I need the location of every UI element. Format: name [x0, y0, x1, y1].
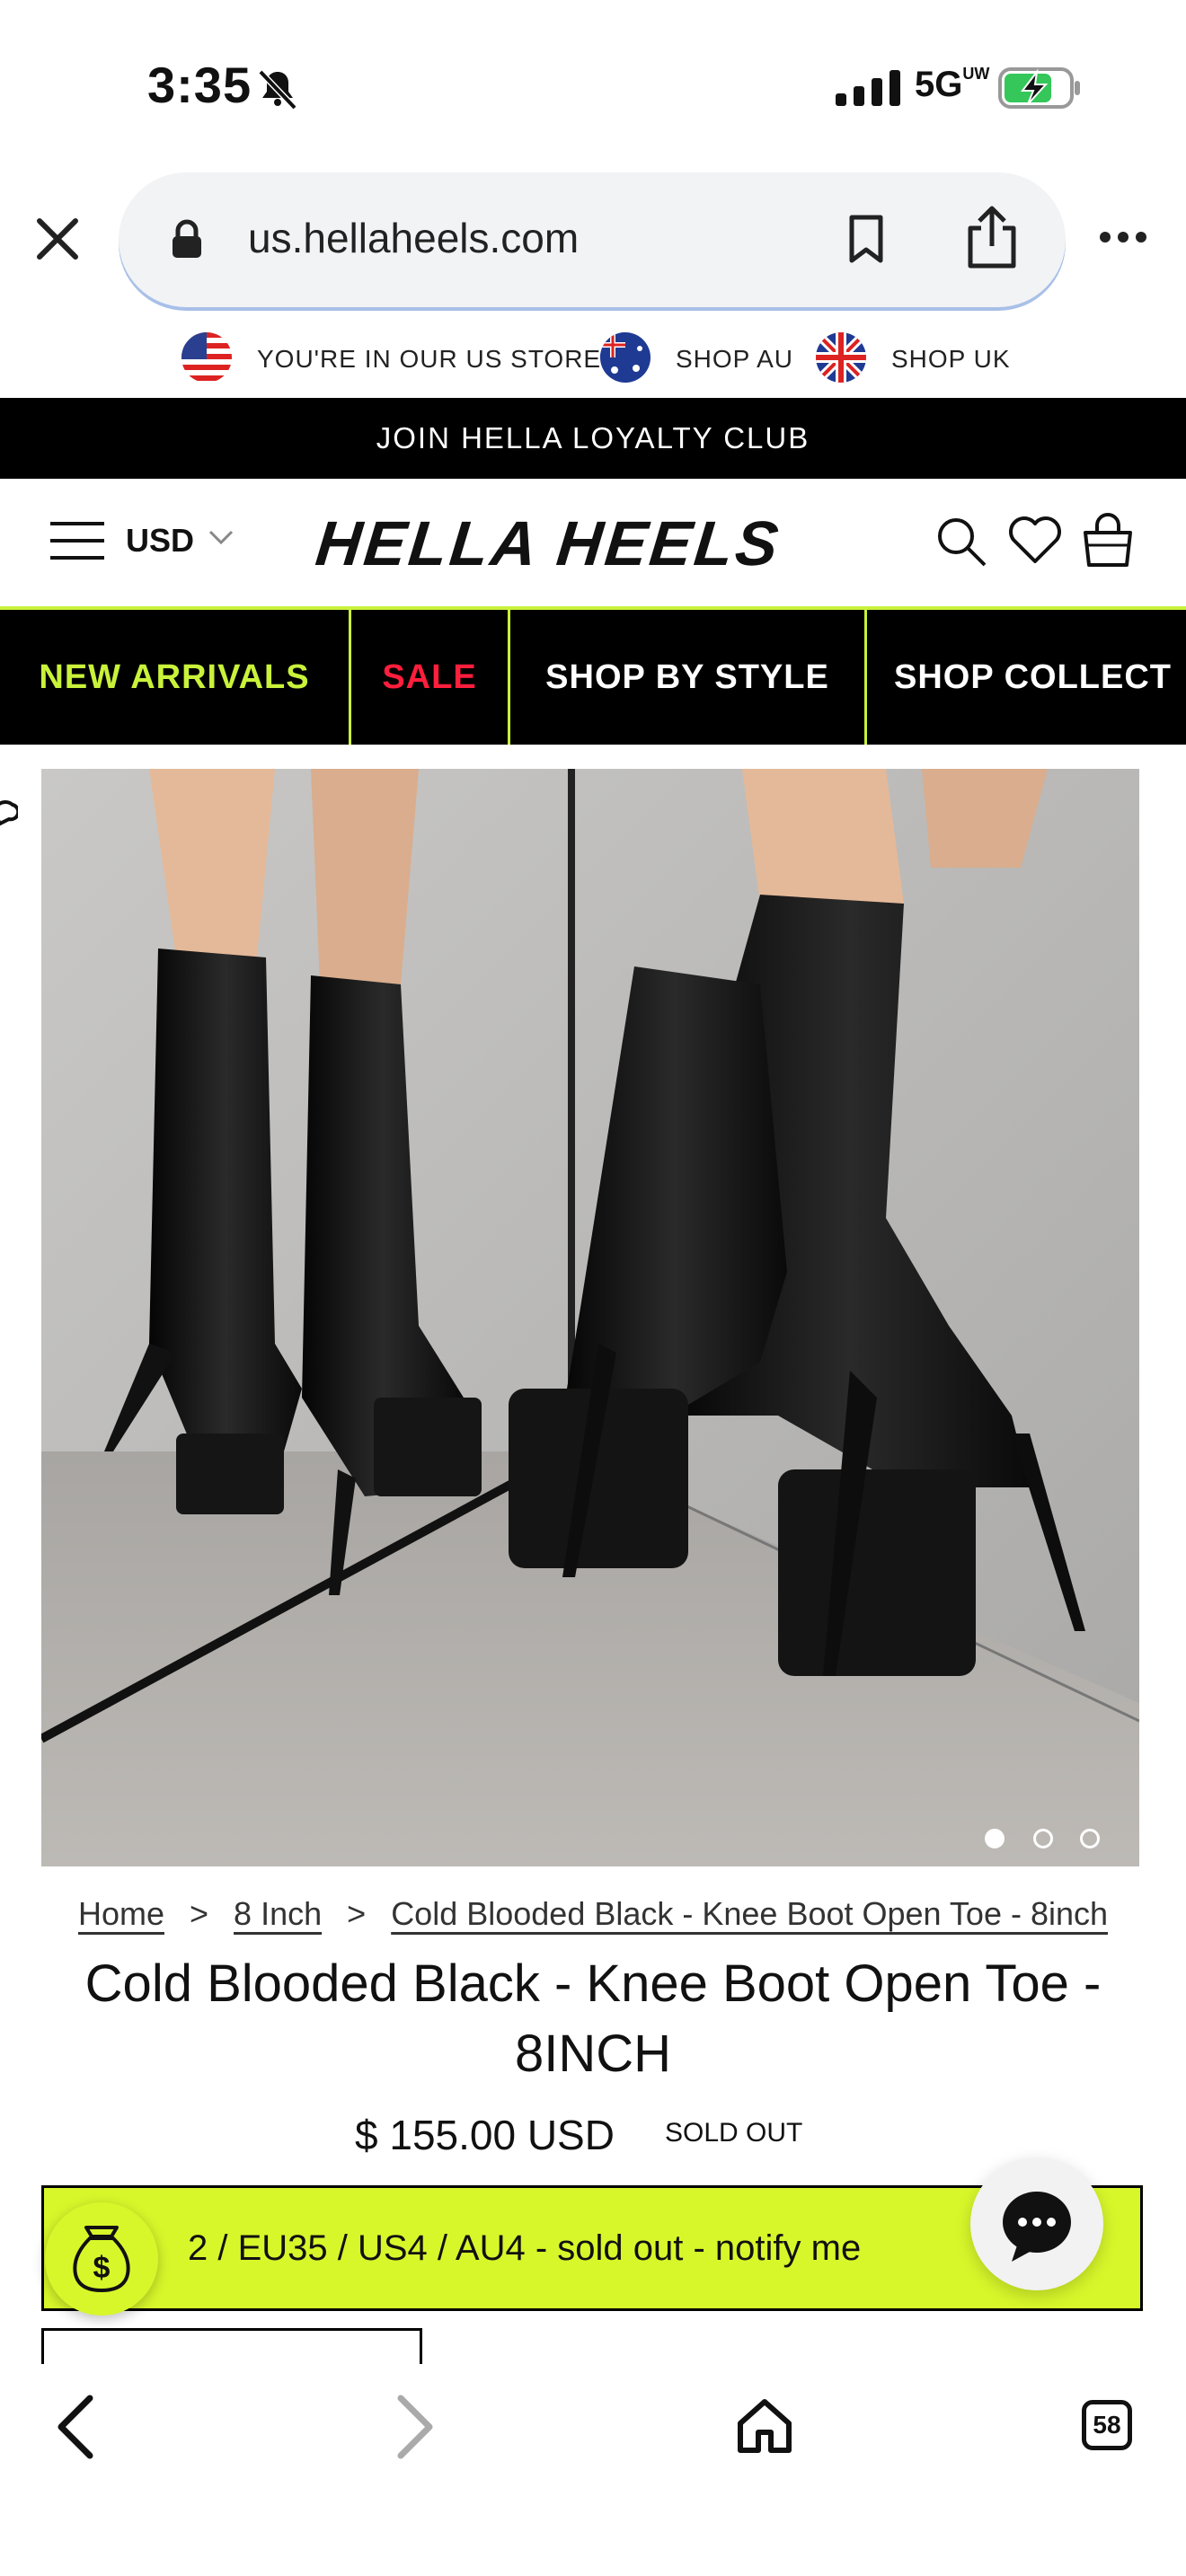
bookmark-icon[interactable]	[846, 214, 886, 269]
hamburger-menu-icon[interactable]	[50, 520, 104, 566]
au-flag-icon[interactable]	[600, 332, 651, 383]
breadcrumb: Home > 8 Inch > Cold Blooded Black - Kne…	[0, 1895, 1186, 1933]
gallery-dot-active[interactable]	[985, 1829, 1005, 1848]
svg-text:$: $	[93, 2251, 111, 2285]
lock-icon	[171, 219, 203, 263]
nav-sale[interactable]: SALE	[351, 610, 510, 745]
nav-new-arrivals[interactable]: NEW ARRIVALS	[0, 610, 351, 745]
address-bar[interactable]: us.hellaheels.com	[119, 172, 1066, 307]
share-icon[interactable]	[963, 205, 1021, 274]
signal-icon	[836, 70, 904, 110]
rewards-money-bag-icon[interactable]: $	[45, 2202, 158, 2316]
product-title: Cold Blooded Black - Knee Boot Open Toe …	[84, 1954, 1102, 2083]
forward-arrow-icon[interactable]	[394, 2393, 438, 2466]
store-switcher: YOU'RE IN OUR US STORE SHOP AU SHOP UK	[0, 323, 1186, 395]
site-logo[interactable]: HELLA HEELS	[313, 507, 784, 579]
shopping-bag-icon[interactable]	[1082, 511, 1134, 573]
back-arrow-icon[interactable]	[52, 2393, 97, 2466]
gallery-dot[interactable]	[1033, 1829, 1053, 1848]
status-time: 3:35	[147, 57, 252, 113]
sold-out-badge: SOLD OUT	[665, 2118, 803, 2148]
product-price: $ 155.00 USD	[355, 2112, 615, 2158]
nav-shop-by-style[interactable]: SHOP BY STYLE	[510, 610, 867, 745]
currency-selector[interactable]: USD	[126, 522, 194, 560]
product-image[interactable]	[41, 769, 1139, 1866]
tabs-count-button[interactable]: 58	[1082, 2400, 1132, 2450]
gallery-dot[interactable]	[1080, 1829, 1100, 1848]
url-text: us.hellaheels.com	[248, 215, 580, 261]
close-tab-button[interactable]	[34, 216, 81, 262]
loyalty-banner[interactable]: JOIN HELLA LOYALTY CLUB	[0, 398, 1186, 479]
breadcrumb-home[interactable]: Home	[78, 1895, 164, 1932]
shop-uk-link[interactable]: SHOP UK	[891, 345, 1011, 374]
breadcrumb-current[interactable]: Cold Blooded Black - Knee Boot Open Toe …	[391, 1895, 1108, 1932]
chevron-down-icon[interactable]	[208, 529, 234, 550]
network-label: 5GUW	[915, 65, 990, 104]
shop-au-link[interactable]: SHOP AU	[676, 345, 793, 374]
wishlist-heart-icon[interactable]	[1008, 515, 1062, 569]
current-store-label: YOU'RE IN OUR US STORE	[257, 345, 602, 373]
breadcrumb-category[interactable]: 8 Inch	[234, 1895, 322, 1932]
uk-flag-icon[interactable]	[816, 332, 866, 383]
main-navigation: NEW ARRIVALS SALE SHOP BY STYLE SHOP COL…	[0, 606, 1186, 745]
wishlist-heart-icon[interactable]	[0, 796, 21, 836]
browser-toolbar: 58	[0, 2364, 1186, 2576]
breadcrumb-separator: >	[347, 1895, 367, 1932]
battery-charging-icon	[997, 66, 1084, 114]
silent-bell-icon	[255, 66, 300, 116]
more-options-icon[interactable]	[1098, 230, 1148, 249]
chat-bubble-icon[interactable]	[970, 2157, 1103, 2290]
breadcrumb-separator: >	[190, 1895, 209, 1932]
us-flag-icon	[181, 332, 232, 383]
nav-shop-collections[interactable]: SHOP COLLECT	[867, 610, 1186, 745]
search-icon[interactable]	[934, 515, 988, 573]
site-header: USD HELLA HEELS	[0, 479, 1186, 606]
home-icon[interactable]	[735, 2396, 794, 2460]
